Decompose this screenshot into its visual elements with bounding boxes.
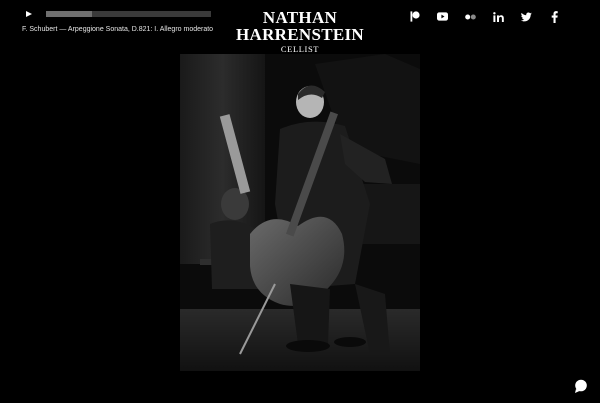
facebook-icon[interactable] bbox=[549, 10, 560, 23]
play-icon[interactable] bbox=[26, 11, 32, 17]
logo-name-last: HARRENSTEIN bbox=[236, 25, 364, 44]
flickr-icon[interactable] bbox=[465, 11, 476, 22]
youtube-icon[interactable] bbox=[437, 11, 448, 22]
progress-bar[interactable] bbox=[46, 11, 211, 17]
cellist-and-pianist-photo bbox=[180, 54, 420, 371]
chat-icon[interactable] bbox=[574, 379, 588, 393]
progress-fill bbox=[46, 11, 93, 17]
logo-subtitle: CELLIST bbox=[280, 44, 320, 54]
patreon-icon[interactable] bbox=[409, 11, 420, 22]
twitter-icon[interactable] bbox=[521, 11, 532, 22]
linkedin-icon[interactable] bbox=[493, 11, 504, 22]
now-playing-title: F. Schubert — Arpeggione Sonata, D.821: … bbox=[22, 26, 214, 33]
site-logo[interactable]: NATHAN HARRENSTEIN CELLIST bbox=[200, 9, 400, 54]
logo-name-first: NATHAN bbox=[262, 8, 338, 27]
social-links bbox=[409, 10, 560, 23]
